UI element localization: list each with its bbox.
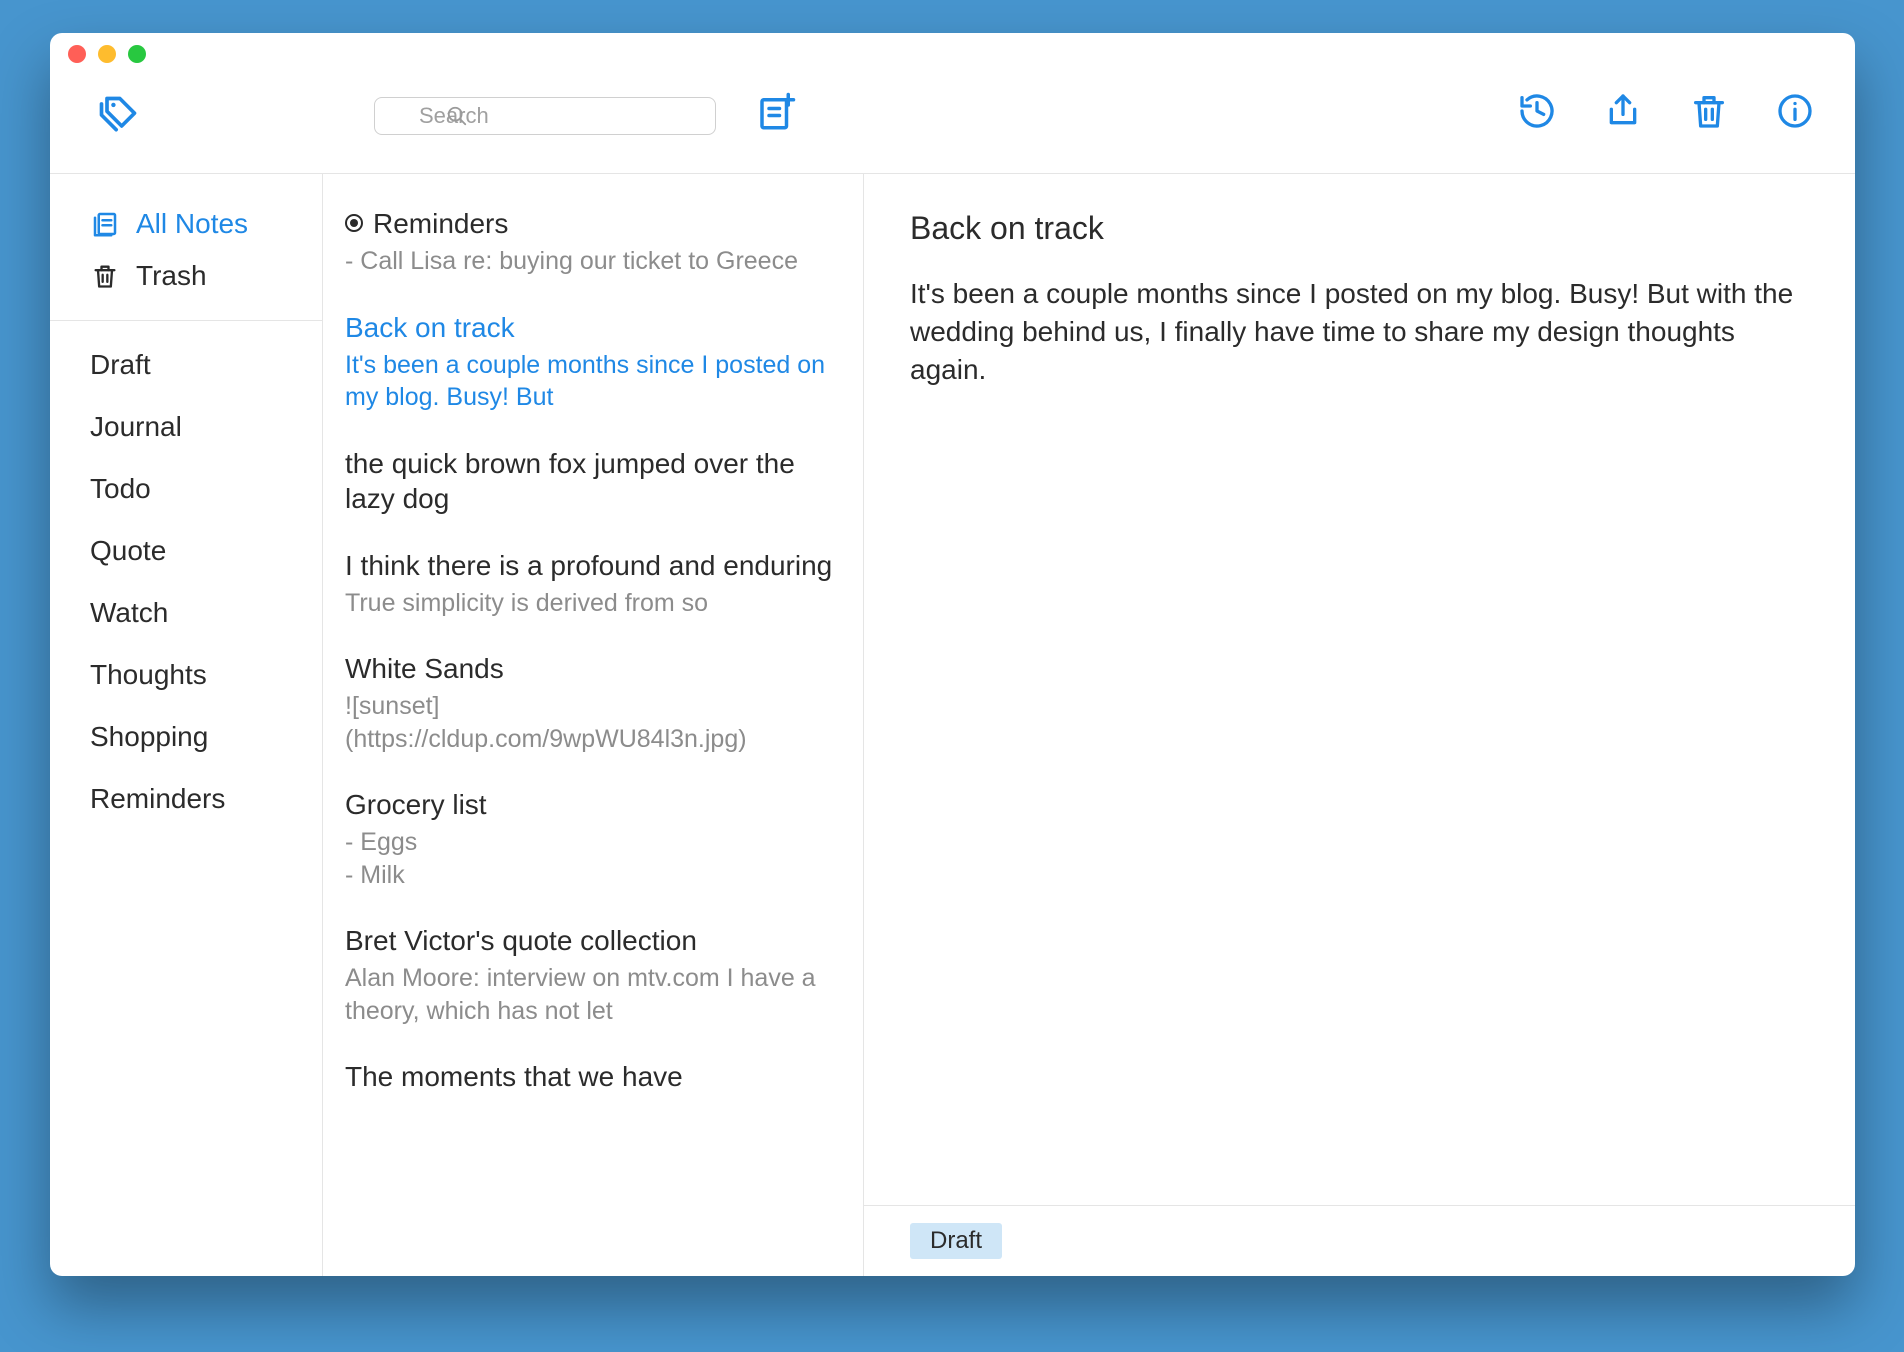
note-title: Grocery list [345, 787, 841, 822]
sidebar-trash[interactable]: Trash [90, 250, 298, 302]
note-preview: It's been a couple months since I posted… [345, 349, 841, 414]
sidebar-tag-reminders[interactable]: Reminders [90, 783, 298, 815]
note-title: White Sands [345, 651, 841, 686]
note-list-item[interactable]: White Sands ![sunset](https://cldup.com/9… [345, 641, 841, 777]
note-title-text: Back on track [345, 312, 515, 343]
note-list-item[interactable]: the quick brown fox jumped over the lazy… [345, 436, 841, 538]
window-zoom-button[interactable] [128, 45, 146, 63]
note-list-item[interactable]: Back on track It's been a couple months s… [345, 300, 841, 436]
note-list-item[interactable]: Bret Victor's quote collection Alan Moore… [345, 913, 841, 1049]
sidebar-tag-journal[interactable]: Journal [90, 411, 298, 443]
editor-content[interactable]: Back on track It's been a couple months … [864, 174, 1855, 1205]
window-close-button[interactable] [68, 45, 86, 63]
note-list-item[interactable]: The moments that we have [345, 1049, 841, 1116]
history-icon[interactable] [1517, 91, 1557, 131]
note-preview: True simplicity is derived from so [345, 587, 841, 620]
sidebar-tag-shopping[interactable]: Shopping [90, 721, 298, 753]
editor-body: It's been a couple months since I posted… [910, 275, 1795, 388]
note-title-text: Bret Victor's quote collection [345, 925, 697, 956]
all-notes-icon [90, 209, 120, 239]
editor-pane: Back on track It's been a couple months … [864, 174, 1855, 1276]
note-list: Reminders - Call Lisa re: buying our tick… [323, 174, 864, 1276]
new-note-button[interactable] [755, 91, 797, 133]
note-title-text: I think there is a profound and enduring [345, 550, 832, 581]
note-preview: - Call Lisa re: buying our ticket to Gre… [345, 245, 841, 278]
info-icon[interactable] [1775, 91, 1815, 131]
sidebar-tag-draft[interactable]: Draft [90, 349, 298, 381]
toolbar [50, 65, 1855, 174]
sidebar-item-label: All Notes [136, 208, 248, 240]
note-title: Reminders [345, 206, 841, 241]
note-preview: Alan Moore: interview on mtv.com I have … [345, 962, 841, 1027]
sidebar-tag-quote[interactable]: Quote [90, 535, 298, 567]
note-title: the quick brown fox jumped over the lazy… [345, 446, 841, 516]
tags-icon[interactable] [96, 93, 140, 137]
app-window: All Notes Trash [50, 33, 1855, 1276]
tag-chip[interactable]: Draft [910, 1223, 1002, 1259]
note-preview: - Eggs - Milk [345, 826, 841, 891]
editor-footer: Draft [864, 1205, 1855, 1276]
note-title-text: The moments that we have [345, 1061, 683, 1092]
note-title-text: Reminders [373, 208, 508, 239]
note-title: I think there is a profound and enduring [345, 548, 841, 583]
trash-icon[interactable] [1689, 91, 1729, 131]
note-title: Bret Victor's quote collection [345, 923, 841, 958]
window-minimize-button[interactable] [98, 45, 116, 63]
window-titlebar [50, 33, 1855, 65]
note-title-text: the quick brown fox jumped over the lazy… [345, 448, 795, 514]
sidebar-tag-thoughts[interactable]: Thoughts [90, 659, 298, 691]
note-title: The moments that we have [345, 1059, 841, 1094]
sidebar-item-label: Trash [136, 260, 207, 292]
sidebar-tag-todo[interactable]: Todo [90, 473, 298, 505]
note-list-item[interactable]: Grocery list - Eggs - Milk [345, 777, 841, 913]
note-list-item[interactable]: I think there is a profound and enduring… [345, 538, 841, 642]
sidebar-tag-watch[interactable]: Watch [90, 597, 298, 629]
sidebar: All Notes Trash [50, 174, 323, 1276]
sidebar-all-notes[interactable]: All Notes [90, 198, 298, 250]
note-title: Back on track [345, 310, 841, 345]
note-preview: ![sunset](https://cldup.com/9wpWU84l3n.j… [345, 690, 841, 755]
note-list-item[interactable]: Reminders - Call Lisa re: buying our tick… [345, 196, 841, 300]
note-title-text: Grocery list [345, 789, 487, 820]
search-input[interactable] [374, 97, 716, 135]
reminder-bullet-icon [345, 214, 363, 232]
search-field-wrap [374, 97, 716, 135]
note-title-text: White Sands [345, 653, 504, 684]
sidebar-tags: Draft Journal Todo Quote Watch Thoughts … [50, 321, 322, 815]
share-icon[interactable] [1603, 91, 1643, 131]
trash-outline-icon [90, 262, 120, 290]
editor-title: Back on track [910, 210, 1795, 247]
